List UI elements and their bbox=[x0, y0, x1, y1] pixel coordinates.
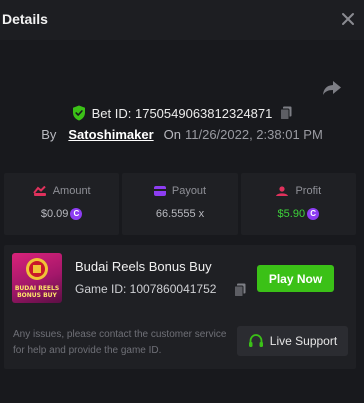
red-envelope-icon bbox=[26, 258, 48, 280]
bet-byline: By Satoshimaker On 11/26/2022, 2:38:01 P… bbox=[0, 126, 364, 142]
share-icon[interactable] bbox=[322, 79, 342, 97]
game-id: Game ID: 1007860041752 bbox=[75, 282, 217, 296]
modal-header: Details bbox=[0, 0, 364, 40]
game-thumbnail-text: BUDAI REELS BONUS BUY bbox=[14, 285, 60, 299]
bet-stats: Amount $0.09 Payout 66.5555 x bbox=[4, 173, 356, 235]
profit-label: Profit bbox=[295, 185, 322, 197]
payout-value: 66.5555 x bbox=[155, 208, 205, 220]
close-icon[interactable] bbox=[340, 11, 356, 27]
shield-check-icon bbox=[72, 105, 85, 121]
coin-icon bbox=[70, 208, 83, 220]
game-panel: BUDAI REELS BONUS BUY Budai Reels Bonus … bbox=[4, 245, 356, 369]
copy-bet-id-icon[interactable] bbox=[280, 106, 292, 120]
bet-id: Bet ID: 1750549063812324871 bbox=[91, 105, 273, 121]
bet-date: 11/26/2022, 2:38:01 PM bbox=[184, 126, 323, 142]
copy-game-id-icon[interactable] bbox=[234, 283, 246, 297]
payout-stat: Payout 66.5555 x bbox=[122, 173, 238, 235]
payout-label: Payout bbox=[171, 185, 207, 197]
live-support-label: Live Support bbox=[269, 334, 338, 348]
support-note: Any issues, please contact the customer … bbox=[13, 329, 227, 356]
profit-value: $5.90 bbox=[277, 208, 306, 220]
payout-icon bbox=[153, 186, 166, 196]
bet-id-row: Bet ID: 1750549063812324871 bbox=[0, 104, 364, 122]
amount-value: $0.09 bbox=[40, 208, 69, 220]
game-thumbnail[interactable]: BUDAI REELS BONUS BUY bbox=[12, 253, 62, 303]
bet-amount-icon bbox=[32, 186, 46, 196]
on-label: On bbox=[163, 126, 181, 142]
live-support-button[interactable]: Live Support bbox=[237, 326, 348, 356]
game-name: Budai Reels Bonus Buy bbox=[75, 259, 212, 274]
coin-icon bbox=[307, 208, 320, 220]
username-link[interactable]: Satoshimaker bbox=[68, 127, 153, 142]
profit-icon bbox=[276, 185, 289, 196]
headset-icon bbox=[248, 334, 263, 347]
profit-stat: Profit $5.90 bbox=[240, 173, 356, 235]
amount-stat: Amount $0.09 bbox=[4, 173, 120, 235]
by-label: By bbox=[41, 126, 57, 142]
play-now-button[interactable]: Play Now bbox=[257, 265, 334, 292]
amount-label: Amount bbox=[52, 185, 91, 197]
details-modal: Details Bet ID: 1750549063812324871 By S… bbox=[0, 0, 364, 403]
modal-title: Details bbox=[2, 11, 48, 27]
